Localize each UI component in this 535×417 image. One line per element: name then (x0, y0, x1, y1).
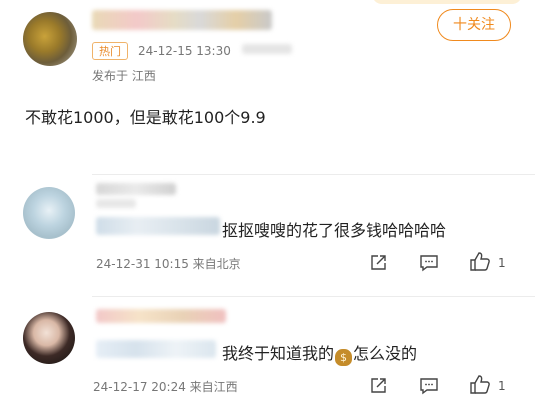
post-location: 发布于 江西 (92, 69, 156, 83)
reply-handle-blurred[interactable] (96, 217, 220, 235)
comment-text-part: 怎么没的 (353, 344, 418, 363)
like-icon[interactable] (469, 374, 491, 395)
post-text: 不敢花1000，但是敢花100个9.9 (25, 108, 266, 127)
reply-handle-blurred[interactable] (96, 340, 216, 358)
share-icon[interactable] (369, 253, 388, 272)
comment-text-part: 我终于知道我的 (222, 344, 335, 363)
follow-button[interactable]: 十关注 (437, 9, 511, 41)
like-count: 1 (498, 256, 506, 270)
comment-icon[interactable] (419, 253, 439, 272)
commenter-name-blurred[interactable] (96, 183, 176, 195)
author-name-blurred[interactable] (92, 10, 272, 30)
share-icon[interactable] (369, 376, 388, 395)
like-count: 1 (498, 379, 506, 393)
post-meta-blurred (242, 44, 292, 54)
commenter-avatar[interactable] (23, 187, 75, 239)
author-avatar[interactable] (23, 12, 77, 66)
comment-icon[interactable] (419, 376, 439, 395)
comment-meta: 24-12-31 10:15 来自北京 (96, 257, 241, 271)
comment-meta: 24-12-17 20:24 来自江西 (93, 380, 238, 394)
commenter-subname-blurred (96, 199, 136, 208)
money-bag-icon: $ (335, 349, 353, 366)
hot-badge: 热门 (92, 42, 128, 60)
comment-text: 抠抠嗖嗖的花了很多钱哈哈哈哈 (222, 221, 447, 240)
divider (92, 296, 535, 297)
comment-text: 我终于知道我的 $ 怎么没的 (222, 340, 417, 366)
like-icon[interactable] (469, 251, 491, 272)
commenter-name-blurred[interactable] (96, 309, 226, 323)
post-timestamp: 24-12-15 13:30 (138, 44, 231, 58)
commenter-avatar[interactable] (23, 312, 75, 364)
top-accent-bar (372, 0, 522, 4)
divider (92, 174, 535, 175)
